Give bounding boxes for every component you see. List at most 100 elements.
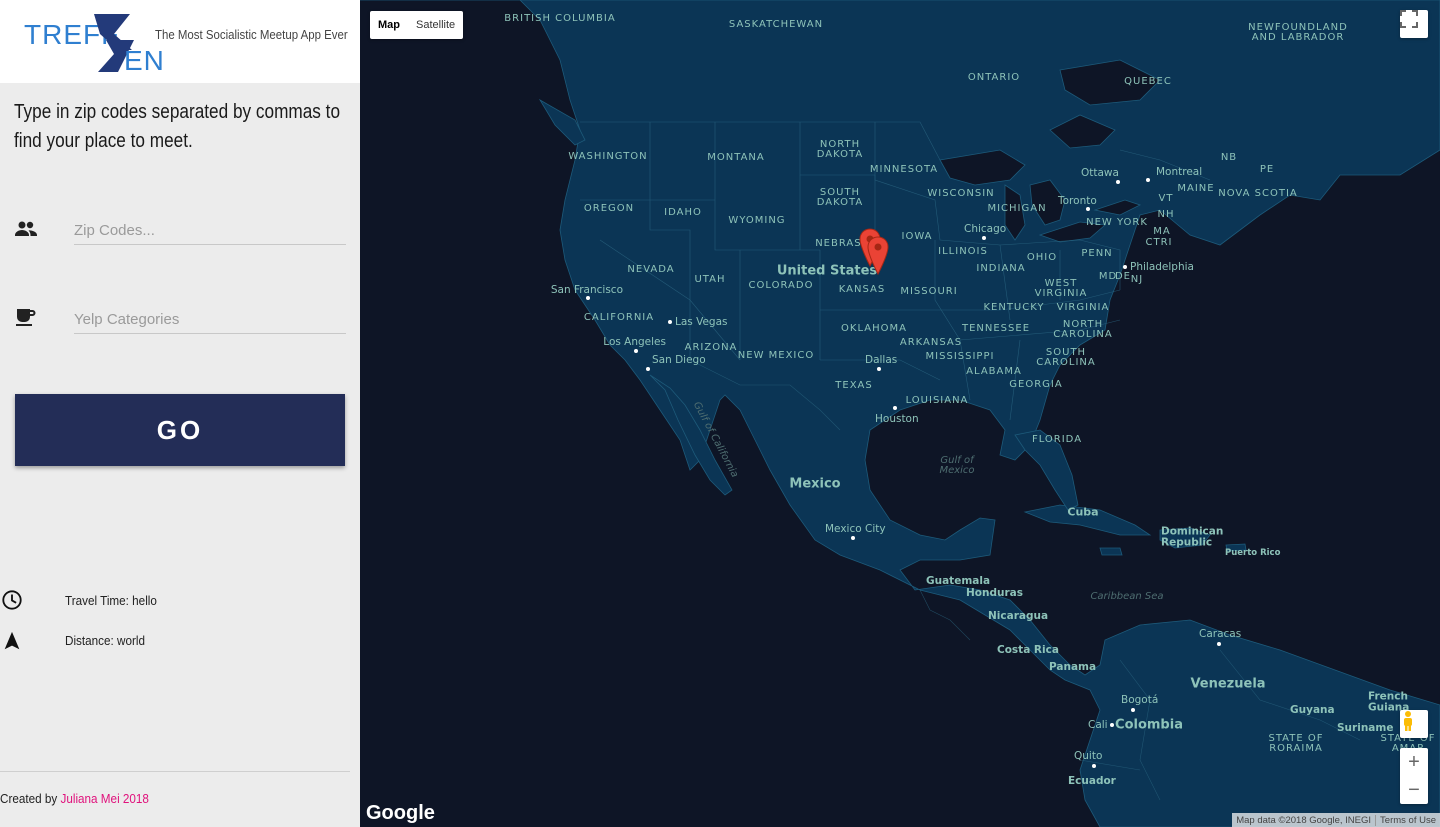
map-label-nb: NB (1220, 152, 1238, 163)
map-label-mexico-city: Mexico City (825, 522, 886, 535)
map-label-quebec: QUEBEC (1124, 76, 1172, 87)
map-label-guyana: Guyana (1290, 703, 1335, 716)
map-label-virginia: VIRGINIA (1056, 302, 1110, 313)
map-label-gulf-of-mexico: Gulf of Mexico (939, 455, 975, 476)
map-label-oregon: OREGON (583, 203, 635, 214)
map-label-cali: Cali (1088, 718, 1108, 731)
map-label-new-york: NEW YORK (1086, 217, 1148, 228)
map-label-mississippi: MISSISSIPPI (925, 351, 995, 362)
map-label-ma: MA (1153, 226, 1171, 237)
map-label-nj: NJ (1130, 274, 1144, 285)
map-label-pe: PE (1259, 164, 1275, 175)
people-icon (15, 221, 37, 236)
navigation-arrow-icon (4, 631, 20, 650)
map-label-honduras: Honduras (966, 586, 1023, 599)
logo-text-bottom: EN (124, 45, 162, 74)
map-label-nh: NH (1157, 209, 1175, 220)
map-label-puerto-rico: Puerto Rico (1225, 547, 1281, 558)
footer-divider (0, 771, 350, 772)
map-label-colorado: COLORADO (748, 280, 814, 291)
map-label-san-diego: San Diego (652, 353, 706, 366)
map-label-chicago: Chicago (964, 222, 1007, 235)
map-label-north-carolina: NORTH CAROLINA (1053, 319, 1113, 340)
map-label-montreal: Montreal (1156, 165, 1203, 178)
map-label-ohio: OHIO (1026, 252, 1058, 263)
google-logo: Google (366, 802, 435, 824)
map-label-south-carolina: SOUTH CAROLINA (1036, 347, 1096, 368)
map-label-iowa: IOWA (901, 231, 933, 242)
map-label-vt: VT (1158, 193, 1174, 204)
map-label-houston: Houston (875, 412, 919, 425)
app-logo: TREFF EN (24, 14, 162, 74)
map-label-ontario: ONTARIO (967, 72, 1021, 83)
map-label-nova-scotia: NOVA SCOTIA (1218, 188, 1298, 199)
intro-text: Type in zip codes separated by commas to… (14, 101, 341, 152)
zoom-control: + − (1400, 748, 1428, 804)
map-label-california: CALIFORNIA (583, 312, 655, 323)
map-label-washington: WASHINGTON (568, 151, 648, 162)
map-view[interactable]: BRITISH COLUMBIA SASKATCHEWAN NEWFOUNDLA… (360, 0, 1440, 827)
travel-time-text: Travel Time: hello (65, 593, 157, 608)
map-label-saskatchewan: SASKATCHEWAN (728, 19, 824, 30)
map-label-maine: MAINE (1177, 183, 1215, 194)
map-marker-icon[interactable] (866, 236, 890, 276)
zoom-in-button[interactable]: + (1400, 748, 1428, 776)
sidebar: TREFF EN The Most Socialistic Meetup App… (0, 0, 360, 827)
fullscreen-button[interactable] (1400, 10, 1428, 38)
map-label-british-columbia: BRITISH COLUMBIA (504, 13, 616, 24)
map-label-bogota: Bogotá (1121, 693, 1159, 706)
map-label-las-vegas: Las Vegas (675, 315, 728, 328)
map-label-toronto: Toronto (1058, 194, 1097, 207)
map-label-alabama: ALABAMA (966, 366, 1022, 377)
map-type-satellite-button[interactable]: Satellite (408, 11, 463, 39)
yelp-categories-input[interactable] (74, 305, 346, 334)
map-label-dominican-republic: Dominican Republic (1161, 525, 1224, 548)
map-label-florida: FLORIDA (1031, 434, 1083, 445)
map-label-roraima: STATE OF RORAIMA (1268, 733, 1324, 754)
pegman-icon (1404, 711, 1412, 731)
author-link[interactable]: Juliana Mei 2018 (60, 791, 148, 806)
map-label-philadelphia: Philadelphia (1130, 260, 1194, 273)
footer: Created by Juliana Mei 2018 (0, 791, 149, 806)
map-label-wisconsin: WISCONSIN (927, 188, 995, 199)
zoom-out-button[interactable]: − (1400, 776, 1428, 804)
map-label-de: DE (1114, 271, 1132, 282)
map-label-penn: PENN (1081, 248, 1113, 259)
map-label-utah: UTAH (694, 274, 726, 285)
map-label-colombia: Colombia (1115, 717, 1183, 733)
fullscreen-icon (1400, 10, 1418, 28)
street-view-pegman-button[interactable] (1400, 710, 1428, 738)
map-label-nicaragua: Nicaragua (988, 609, 1049, 622)
map-label-costa-rica: Costa Rica (997, 643, 1059, 656)
map-label-indiana: INDIANA (976, 263, 1026, 274)
map-label-south-dakota: SOUTH DAKOTA (816, 187, 864, 208)
map-type-map-button[interactable]: Map (370, 11, 408, 39)
distance-text: Distance: world (65, 633, 145, 648)
map-label-ctri: CTRI (1145, 237, 1173, 248)
map-label-ecuador: Ecuador (1068, 774, 1116, 787)
map-label-texas: TEXAS (835, 380, 873, 391)
map-label-caracas: Caracas (1199, 627, 1242, 640)
map-label-west-virginia: WEST VIRGINIA (1034, 278, 1088, 299)
zip-codes-input[interactable] (74, 216, 346, 245)
map-label-georgia: GEORGIA (1009, 379, 1063, 390)
map-label-new-mexico: NEW MEXICO (737, 350, 815, 361)
map-data-text: Map data ©2018 Google, INEGI (1236, 814, 1372, 826)
map-attribution: Map data ©2018 Google, INEGI Terms of Us… (1232, 813, 1440, 827)
map-label-newfoundland: NEWFOUNDLAND AND LABRADOR (1248, 22, 1348, 43)
map-label-wyoming: WYOMING (728, 215, 786, 226)
go-button[interactable]: GO (15, 394, 345, 466)
footer-prefix: Created by (0, 791, 61, 806)
map-label-suriname: Suriname (1337, 721, 1394, 734)
map-label-illinois: ILLINOIS (938, 246, 988, 257)
map-label-dallas: Dallas (865, 353, 898, 366)
clock-icon (2, 590, 22, 610)
map-label-kentucky: KENTUCKY (983, 302, 1045, 313)
map-label-arkansas: ARKANSAS (899, 337, 963, 348)
map-label-venezuela: Venezuela (1190, 676, 1266, 692)
map-label-kansas: KANSAS (838, 284, 886, 295)
map-label-missouri: MISSOURI (900, 286, 958, 297)
brand-header: TREFF EN The Most Socialistic Meetup App… (0, 0, 360, 83)
terms-of-use-link[interactable]: Terms of Use (1375, 814, 1440, 826)
tagline: The Most Socialistic Meetup App Ever (155, 27, 348, 42)
